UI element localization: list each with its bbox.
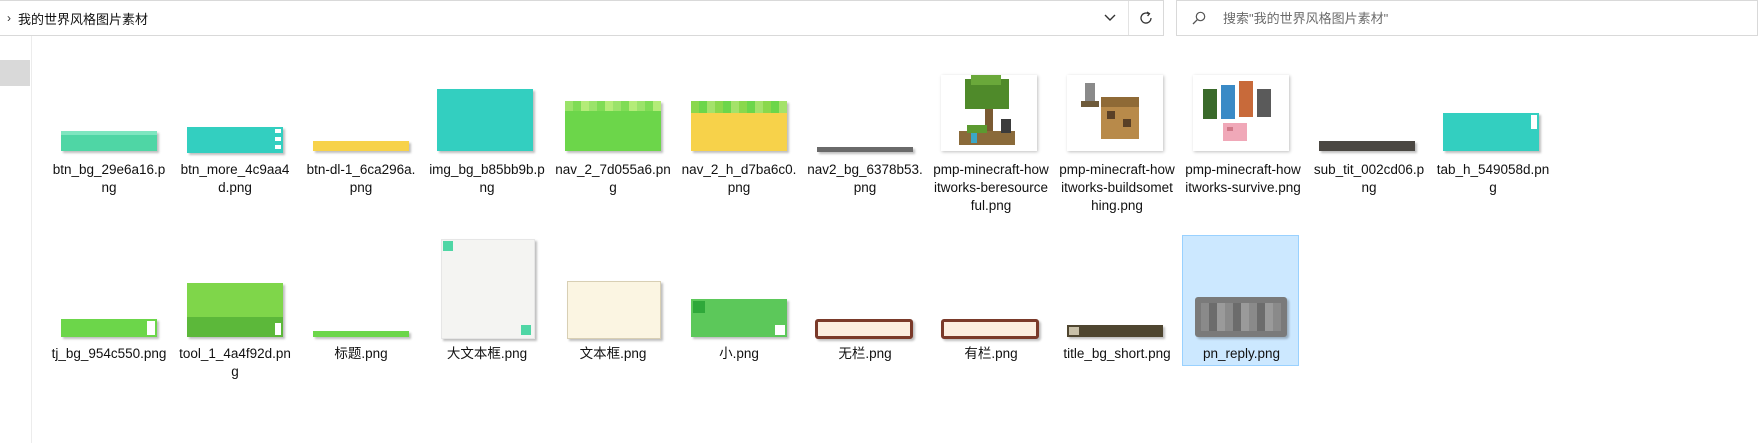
chevron-right-icon[interactable]: › [0, 11, 18, 25]
file-item[interactable]: 大文本框.png [428, 236, 544, 386]
file-name: pn_reply.png [1202, 346, 1281, 361]
file-thumbnail [563, 237, 663, 339]
file-name: nav_2_h_d7ba6c0.png [681, 162, 797, 195]
file-item[interactable]: title_bg_short.png [1058, 236, 1174, 386]
file-thumbnail [1443, 71, 1543, 171]
file-thumbnail [941, 237, 1041, 339]
file-item[interactable]: nav_2_7d055a6.png [554, 70, 671, 220]
file-name: 小.png [719, 346, 759, 361]
characters-image [1203, 81, 1271, 141]
file-thumbnail [59, 71, 159, 171]
chevron-down-icon[interactable] [1092, 1, 1129, 35]
file-name: tj_bg_954c550.png [51, 346, 167, 361]
file-name: btn_more_4c9aa4d.png [180, 162, 290, 195]
file-item[interactable]: btn-dl-1_6ca296a.png [302, 70, 418, 220]
file-item[interactable]: img_bg_b85bb9b.png [428, 70, 545, 220]
file-thumbnail [311, 71, 411, 171]
file-name: img_bg_b85bb9b.png [429, 162, 545, 195]
file-thumbnail [815, 71, 915, 171]
file-thumbnail [437, 71, 537, 171]
file-name: nav_2_7d055a6.png [555, 162, 671, 195]
file-name: 有栏.png [964, 346, 1018, 361]
file-name: 文本框.png [579, 346, 647, 361]
file-thumbnail [689, 71, 789, 171]
file-name: title_bg_short.png [1063, 346, 1171, 361]
search-input[interactable] [1221, 9, 1725, 27]
file-item[interactable]: pmp-minecraft-howitworks-buildsomething.… [1058, 70, 1175, 240]
address-path[interactable]: 我的世界风格图片素材 [18, 9, 1092, 28]
search-box[interactable] [1176, 0, 1758, 36]
file-thumbnail [1193, 71, 1293, 171]
file-item-selected[interactable]: pn_reply.png [1182, 235, 1299, 366]
file-thumbnail [59, 237, 159, 337]
file-name: btn-dl-1_6ca296a.png [306, 162, 416, 195]
file-name: tool_1_4a4f92d.png [179, 346, 291, 379]
file-name: sub_tit_002cd06.png [1313, 162, 1425, 195]
file-item[interactable]: 小.png [680, 236, 796, 386]
file-thumbnail [1191, 237, 1291, 337]
file-thumbnail [1067, 237, 1167, 337]
file-thumbnail [311, 237, 411, 337]
file-item[interactable]: pmp-minecraft-howitworks-beresourceful.p… [932, 70, 1049, 220]
file-thumbnail [185, 237, 285, 337]
file-thumbnail [1319, 71, 1419, 171]
file-item[interactable]: tj_bg_954c550.png [50, 236, 166, 386]
nav-selected-item[interactable] [0, 60, 30, 86]
search-icon [1177, 11, 1221, 25]
file-item[interactable]: 有栏.png [932, 236, 1048, 386]
file-name: pmp-minecraft-howitworks-survive.png [1185, 162, 1301, 195]
tree-image [959, 75, 1015, 145]
file-item[interactable]: sub_tit_002cd06.png [1310, 70, 1426, 220]
file-item[interactable]: tab_h_549058d.png [1434, 70, 1550, 220]
file-name: nav2_bg_6378b53.png [807, 162, 923, 195]
file-name: pmp-minecraft-howitworks-beresourceful.p… [933, 162, 1049, 213]
file-thumbnail [185, 71, 285, 171]
file-thumbnail [437, 237, 537, 339]
navigation-pane[interactable] [0, 36, 32, 443]
file-item[interactable]: nav_2_h_d7ba6c0.png [680, 70, 796, 220]
file-thumbnail [1067, 71, 1167, 171]
file-name: btn_bg_29e6a16.png [52, 162, 166, 195]
file-thumbnail [563, 71, 663, 171]
file-item[interactable]: btn_more_4c9aa4d.png [176, 70, 292, 220]
file-item[interactable]: 文本框.png [554, 236, 670, 386]
file-item[interactable]: nav2_bg_6378b53.png [806, 70, 923, 220]
file-item[interactable]: pmp-minecraft-howitworks-survive.png [1184, 70, 1301, 220]
file-item[interactable]: 无栏.png [806, 236, 922, 386]
file-thumbnail [815, 237, 915, 339]
file-thumbnail [689, 237, 789, 337]
file-name: 无栏.png [838, 346, 892, 361]
file-thumbnail [941, 71, 1041, 171]
file-name: 大文本框.png [446, 346, 528, 361]
crafting-block-image [1081, 83, 1139, 139]
file-name: pmp-minecraft-howitworks-buildsomething.… [1059, 162, 1175, 213]
file-item[interactable]: btn_bg_29e6a16.png [50, 70, 166, 220]
file-item[interactable]: tool_1_4a4f92d.png [176, 236, 292, 386]
file-name: tab_h_549058d.png [1436, 162, 1550, 195]
file-item[interactable]: 标题.png [302, 236, 418, 386]
refresh-icon[interactable] [1129, 1, 1163, 35]
file-name: 标题.png [334, 346, 388, 361]
address-bar[interactable]: › 我的世界风格图片素材 [0, 0, 1164, 36]
